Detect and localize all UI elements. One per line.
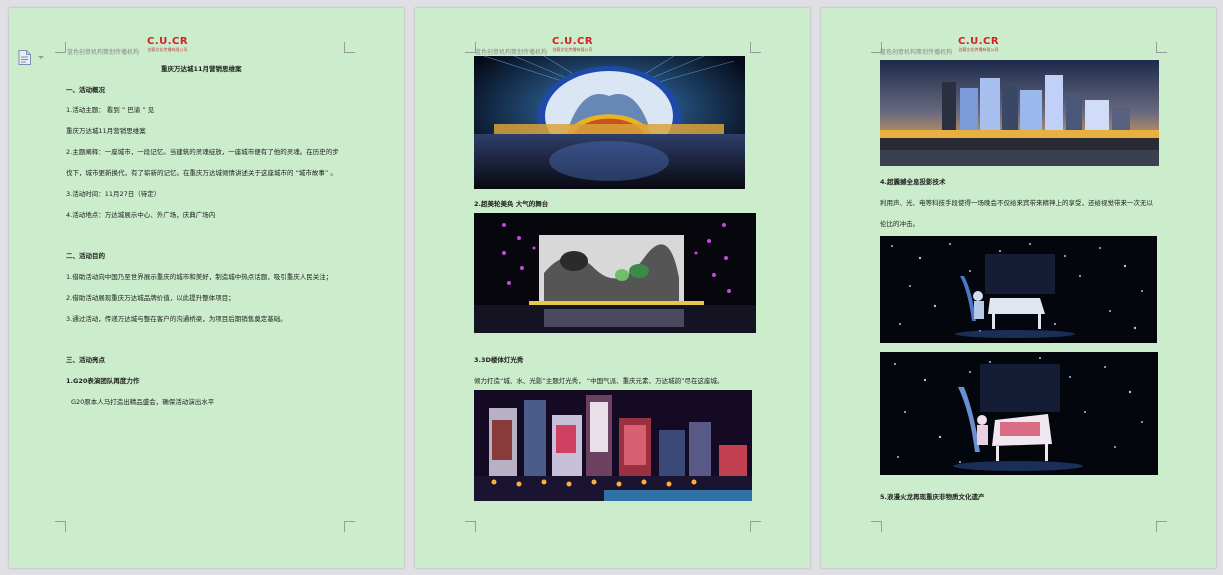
hologram-piano-photo-1 xyxy=(880,236,1157,343)
document-page-3[interactable]: 蓝色创意机构策划传播机构 C.U.CR 创意文化传播有限公司 4.超震撼全息投影… xyxy=(821,8,1216,568)
margin-mark-bottom-left xyxy=(871,521,882,532)
section-heading: 一、活动概况 xyxy=(66,86,105,94)
logo-subtext: 创意文化传播有限公司 xyxy=(552,47,593,52)
paragraph-line: 伐下，城市更新换代，有了崭新的记忆。在重庆万达城倾情讲述关于这座城市的 “城市故… xyxy=(66,169,337,177)
paragraph-line: G20原本人马打造出精品盛会，确保活动演出水平 xyxy=(71,398,215,406)
section-heading: 二、活动目的 xyxy=(66,252,105,260)
margin-mark-top-right xyxy=(750,42,761,53)
logo-text: C.U.CR xyxy=(552,36,594,47)
section-heading: 三、活动亮点 xyxy=(66,356,105,364)
dropdown-arrow-icon[interactable] xyxy=(38,56,44,59)
document-page-2[interactable]: 蓝色创意机构策划传播机构 C.U.CR 创意文化传播有限公司 2.超美轮美奂 大… xyxy=(415,8,810,568)
margin-mark-bottom-left xyxy=(55,521,66,532)
header-text: 蓝色创意机构策划传播机构 xyxy=(475,49,548,56)
subsection-heading: 3.3D楼体灯光秀 xyxy=(474,356,524,364)
margin-mark-bottom-right xyxy=(344,521,355,532)
city-skyline-photo xyxy=(880,60,1159,166)
paragraph-line: 1.活动主题： 看到 “ 巴渝 ” 见 xyxy=(66,106,155,114)
margin-mark-top-right xyxy=(1156,42,1167,53)
subsection-heading: 4.超震撼全息投影技术 xyxy=(880,178,946,186)
document-page-1[interactable]: 蓝色创意机构策划传播机构 C.U.CR 创意文化传播有限公司 重庆万达城11月营… xyxy=(9,8,404,568)
paragraph-line: 2.主题阐释：一座城市，一段记忆。当建筑的灵魂绽放，一座城市便有了他的灵魂。在历… xyxy=(66,148,339,156)
margin-mark-bottom-right xyxy=(1156,521,1167,532)
subsection-heading: 1.G20表演团队再度力作 xyxy=(66,377,140,385)
paragraph-line: 4.活动地点：万达城展示中心、外广场，庆典广场内 xyxy=(66,211,216,219)
paragraph-line: 伦比的冲击。 xyxy=(880,220,919,228)
header-logo: C.U.CR 创意文化传播有限公司 xyxy=(958,37,999,52)
margin-mark-top-right xyxy=(344,42,355,53)
document-title: 重庆万达城11月营销思维案 xyxy=(161,65,242,73)
margin-mark-bottom-left xyxy=(465,521,476,532)
logo-subtext: 创意文化传播有限公司 xyxy=(147,47,188,52)
paragraph-line: 3.活动时间：11月27日（待定） xyxy=(66,190,161,198)
paragraph-line: 利用声、光、电等科技手段使得一场晚会不仅给来宾带来精神上的享受，还给视觉带来一次… xyxy=(880,199,1153,207)
header-logo: C.U.CR 创意文化传播有限公司 xyxy=(552,37,593,52)
stage-ink-painting-photo xyxy=(474,213,756,333)
subsection-heading: 5.浪漫火龙再现重庆非物质文化遗产 xyxy=(880,493,985,501)
stage-peacock-photo xyxy=(474,56,745,189)
paragraph-line: 1.借助活动向中国乃至世界展示重庆的城市和美好，制造城中热点话题，吸引重庆人民关… xyxy=(66,273,333,281)
hologram-piano-photo-2 xyxy=(880,352,1158,475)
header-logo: C.U.CR 创意文化传播有限公司 xyxy=(147,37,188,52)
subsection-heading: 2.超美轮美奂 大气的舞台 xyxy=(474,200,549,208)
margin-mark-bottom-right xyxy=(750,521,761,532)
logo-text: C.U.CR xyxy=(147,36,189,47)
paragraph-line: 3.通过活动，传递万达城与整在客户的沟通桥梁，为项目后期销售奠定基础。 xyxy=(66,315,287,323)
header-text: 蓝色创意机构策划传播机构 xyxy=(67,49,140,56)
building-light-show-photo xyxy=(474,390,752,501)
paragraph-line: 倾力打造“城、水、光影”主题灯光秀， “中国气派、重庆元素、万达城韵”尽在这座城… xyxy=(474,377,724,385)
logo-subtext: 创意文化传播有限公司 xyxy=(958,47,999,52)
document-icon[interactable] xyxy=(18,50,31,65)
logo-text: C.U.CR xyxy=(958,36,1000,47)
margin-mark-top-left xyxy=(55,42,66,53)
paragraph-line: 2.借助活动展现重庆万达城品牌价值，以此提升整体项目； xyxy=(66,294,235,302)
header-text: 蓝色创意机构策划传播机构 xyxy=(880,49,953,56)
paragraph-line: 重庆万达城11月营销思维案 xyxy=(66,127,146,135)
